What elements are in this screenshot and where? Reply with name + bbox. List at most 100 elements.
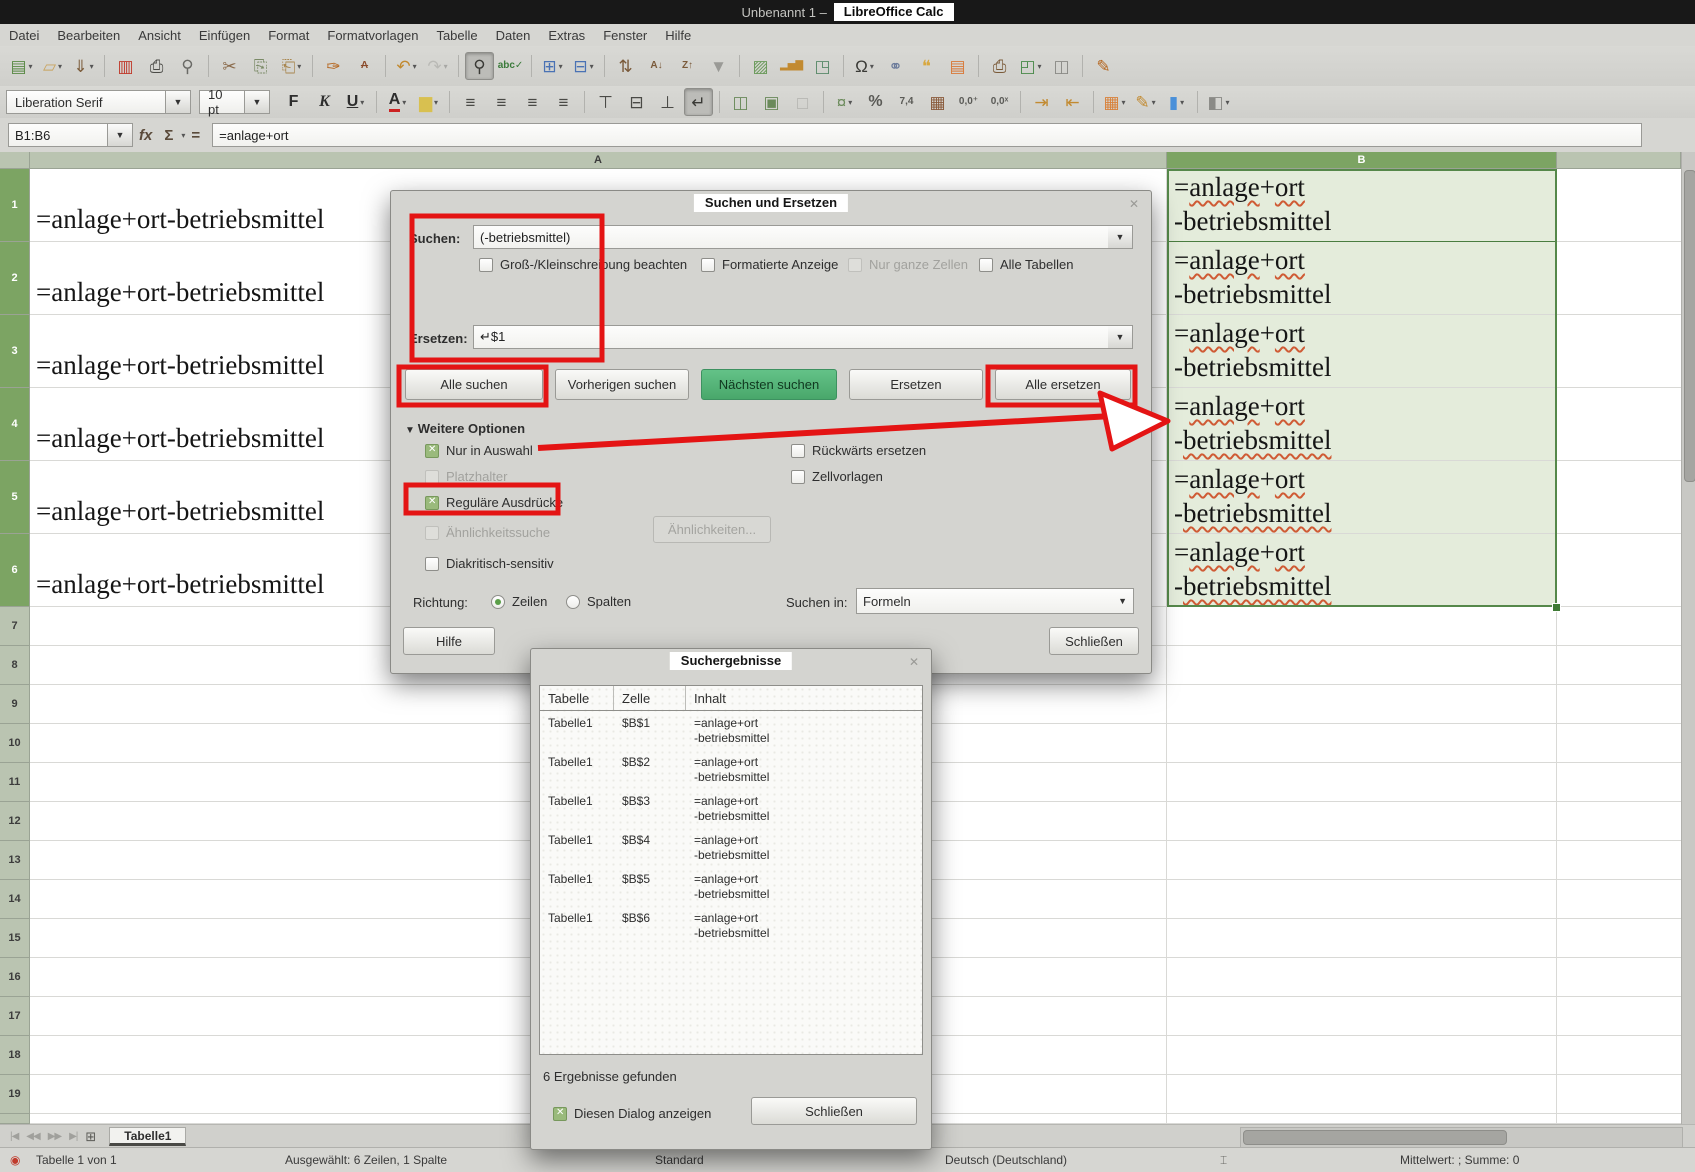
more-options-toggle[interactable]: ▼ Weitere Optionen (405, 421, 525, 436)
insert-image-button[interactable]: ▨ (746, 52, 775, 80)
new-document-button[interactable]: ▤▾ (7, 52, 36, 80)
sum-icon[interactable]: Σ (164, 127, 173, 144)
menu-fenster[interactable]: Fenster (594, 26, 656, 45)
insert-row-button[interactable]: ⊞▾ (538, 52, 567, 80)
name-box[interactable] (8, 123, 108, 147)
replace-all-button[interactable]: Alle ersetzen (995, 369, 1131, 400)
sheet-tab-tabelle1[interactable]: Tabelle1 (109, 1127, 186, 1146)
menu-datei[interactable]: Datei (0, 26, 48, 45)
result-row[interactable]: Tabelle1$B$5=anlage+ort-betriebsmittel (540, 867, 922, 906)
text-language[interactable]: Deutsch (Deutschland) (945, 1153, 1067, 1167)
menu-daten[interactable]: Daten (487, 26, 540, 45)
print-button[interactable]: ⎙ (142, 52, 171, 80)
number-format-button[interactable]: 7,4 (892, 88, 921, 116)
percent-format-button[interactable]: % (861, 88, 890, 116)
dropdown-arrow-icon[interactable]: ▾ (402, 98, 406, 107)
menu-tabelle[interactable]: Tabelle (427, 26, 486, 45)
row-header-7[interactable]: 7 (0, 607, 30, 646)
result-row[interactable]: Tabelle1$B$3=anlage+ort-betriebsmittel (540, 789, 922, 828)
sum-dropdown-icon[interactable]: ▾ (181, 131, 185, 140)
column-header[interactable]: Tabelle (540, 686, 614, 710)
diacritic-sensitive-checkbox[interactable]: Diakritisch-sensitiv (425, 556, 554, 571)
only-in-selection-checkbox[interactable]: Nur in Auswahl (425, 443, 533, 458)
clone-formatting-button[interactable]: ✑ (319, 52, 348, 80)
row-header-16[interactable]: 16 (0, 958, 30, 997)
dropdown-arrow-icon[interactable]: ▾ (590, 62, 594, 71)
split-window-button[interactable]: ◫ (1047, 52, 1076, 80)
cell-b6[interactable]: =anlage+ort-betriebsmittel (1168, 534, 1557, 606)
menu-format[interactable]: Format (259, 26, 318, 45)
align-right-button[interactable]: ≡ (518, 88, 547, 116)
headers-footers-button[interactable]: ▤ (943, 52, 972, 80)
row-header-19[interactable]: 19 (0, 1075, 30, 1114)
justified-button[interactable]: ≡ (549, 88, 578, 116)
dropdown-arrow-icon[interactable]: ▾ (1122, 98, 1126, 107)
undo-button[interactable]: ↶▾ (392, 52, 421, 80)
search-in-select[interactable]: Formeln ▼ (856, 588, 1134, 614)
dropdown-arrow-icon[interactable]: ▾ (1038, 62, 1042, 71)
merge-cells-button[interactable]: ◫ (726, 88, 755, 116)
backwards-replace-checkbox[interactable]: Rückwärts ersetzen (791, 443, 926, 458)
font-color-button[interactable]: A▾ (383, 88, 412, 116)
dropdown-arrow-icon[interactable]: ▾ (870, 62, 874, 71)
last-sheet-icon[interactable]: ▶| (69, 1131, 77, 1142)
horizontal-scrollbar[interactable] (1240, 1127, 1683, 1148)
sheet-info[interactable]: Tabelle 1 von 1 (36, 1153, 117, 1167)
find-and-replace-button[interactable]: ⚲ (465, 52, 494, 80)
italic-button[interactable]: K (310, 88, 339, 116)
currency-format-button[interactable]: ¤▾ (830, 88, 859, 116)
cell-b5[interactable]: =anlage+ort-betriebsmittel (1168, 461, 1557, 533)
cell-b2[interactable]: =anlage+ort-betriebsmittel (1168, 242, 1557, 314)
row-header-3[interactable]: 3 (0, 315, 30, 388)
underline-button[interactable]: U▾ (341, 88, 370, 116)
align-center-button[interactable]: ≡ (487, 88, 516, 116)
page-style[interactable]: Standard (655, 1153, 704, 1167)
direction-rows-radio[interactable]: Zeilen (491, 594, 547, 609)
row-header-12[interactable]: 12 (0, 802, 30, 841)
close-icon[interactable]: ✕ (909, 655, 919, 669)
fill-handle[interactable] (1552, 603, 1561, 612)
result-row[interactable]: Tabelle1$B$6=anlage+ort-betriebsmittel (540, 906, 922, 945)
close-icon[interactable]: ✕ (1129, 197, 1139, 211)
row-header-15[interactable]: 15 (0, 919, 30, 958)
column-header[interactable]: Inhalt (686, 686, 922, 710)
merge-center-button[interactable]: ▣ (757, 88, 786, 116)
date-format-button[interactable]: ▦ (923, 88, 952, 116)
wrap-text-button[interactable]: ↵ (684, 88, 713, 116)
results-close-button[interactable]: Schließen (751, 1097, 917, 1125)
row-header-14[interactable]: 14 (0, 880, 30, 919)
show-draw-functions-button[interactable]: ✎ (1089, 52, 1118, 80)
row-header-2[interactable]: 2 (0, 242, 30, 315)
align-top-button[interactable]: ⊤ (591, 88, 620, 116)
menu-formatvorlagen[interactable]: Formatvorlagen (318, 26, 427, 45)
spelling-button[interactable]: abc✓ (496, 52, 525, 80)
font-size-combo[interactable]: 10 pt ▼ (199, 90, 270, 114)
results-table[interactable]: Tabelle Zelle Inhalt Tabelle1$B$1=anlage… (539, 685, 923, 1055)
dropdown-arrow-icon[interactable]: ▾ (413, 62, 417, 71)
open-button[interactable]: ▱▾ (38, 52, 67, 80)
row-header-9[interactable]: 9 (0, 685, 30, 724)
search-history-dropdown-icon[interactable]: ▼ (1108, 225, 1133, 249)
dropdown-arrow-icon[interactable]: ▾ (434, 98, 438, 107)
border-style-button[interactable]: ✎▾ (1131, 88, 1160, 116)
menu-extras[interactable]: Extras (539, 26, 594, 45)
function-wizard-icon[interactable]: fx (139, 127, 152, 144)
row-header-13[interactable]: 13 (0, 841, 30, 880)
bold-button[interactable]: F (279, 88, 308, 116)
add-decimal-place-button[interactable]: 0,0⁺ (954, 88, 983, 116)
result-row[interactable]: Tabelle1$B$4=anlage+ort-betriebsmittel (540, 828, 922, 867)
replace-input[interactable] (473, 325, 1109, 349)
font-name-dropdown-icon[interactable]: ▼ (166, 90, 191, 114)
close-button[interactable]: Schließen (1049, 627, 1139, 655)
insert-comment-button[interactable]: ❝ (912, 52, 941, 80)
sort-descending-button[interactable]: Z↑ (673, 52, 702, 80)
row-header-17[interactable]: 17 (0, 997, 30, 1036)
insert-pivot-table-button[interactable]: ◳ (808, 52, 837, 80)
save-button[interactable]: ⇓▾ (69, 52, 98, 80)
row-header-11[interactable]: 11 (0, 763, 30, 802)
decrease-indent-button[interactable]: ⇤ (1058, 88, 1087, 116)
regular-expressions-checkbox[interactable]: Reguläre Ausdrücke (425, 495, 563, 510)
row-header-18[interactable]: 18 (0, 1036, 30, 1075)
align-left-button[interactable]: ≡ (456, 88, 485, 116)
dropdown-arrow-icon[interactable]: ▾ (1226, 98, 1230, 107)
